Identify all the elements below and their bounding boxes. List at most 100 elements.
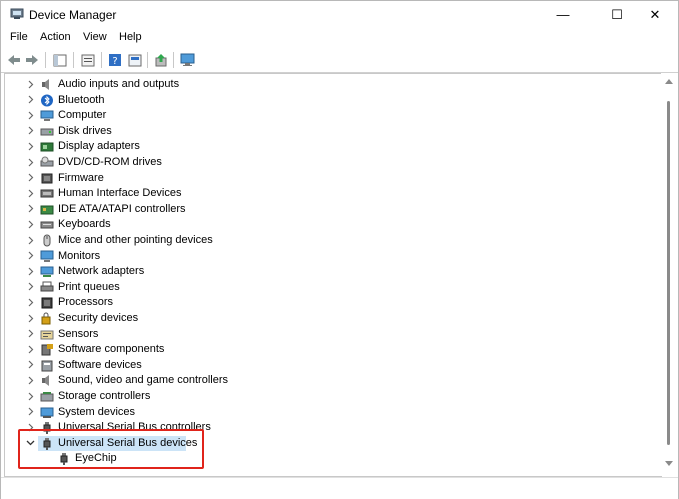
scroll-down-icon[interactable]: [665, 461, 673, 466]
tree-category[interactable]: Audio inputs and outputs: [5, 77, 655, 92]
vertical-scrollbar[interactable]: [661, 73, 677, 476]
display-adapter-icon: [40, 140, 54, 153]
chevron-right-icon[interactable]: [25, 141, 35, 151]
toolbar-separator: [147, 52, 148, 68]
tree-category[interactable]: Sensors: [5, 327, 655, 342]
tree-category[interactable]: Software components: [5, 342, 655, 357]
system-device-icon: [40, 406, 54, 419]
view-icon: [128, 54, 142, 66]
toolbar-separator: [45, 52, 46, 68]
chevron-right-icon[interactable]: [25, 282, 35, 292]
chevron-right-icon[interactable]: [25, 313, 35, 323]
tree-item-label: Keyboards: [58, 218, 111, 231]
chevron-right-icon[interactable]: [25, 297, 35, 307]
chevron-right-icon[interactable]: [25, 219, 35, 229]
tree-category[interactable]: Firmware: [5, 171, 655, 186]
chevron-right-icon[interactable]: [25, 266, 35, 276]
chevron-right-icon[interactable]: [25, 157, 35, 167]
close-button[interactable]: ✕: [632, 1, 678, 28]
chevron-right-icon[interactable]: [25, 407, 35, 417]
tree-category[interactable]: Software devices: [5, 358, 655, 373]
tree-category[interactable]: IDE ATA/ATAPI controllers: [5, 202, 655, 217]
tree-category[interactable]: Bluetooth: [5, 93, 655, 108]
tree-item-label: System devices: [58, 405, 136, 418]
back-button[interactable]: [6, 52, 22, 68]
bluetooth-icon: [40, 94, 54, 107]
tree-item-label: Sensors: [58, 327, 99, 340]
ide-controller-icon: [40, 203, 54, 216]
tree-item-label: Software components: [58, 343, 165, 356]
minimize-button[interactable]: —: [540, 1, 586, 28]
scan-hardware-button[interactable]: [179, 52, 195, 68]
scrollbar-thumb[interactable]: [667, 101, 670, 445]
help-icon: ?: [109, 54, 121, 67]
help-button[interactable]: ?: [107, 52, 123, 68]
menu-file[interactable]: File: [10, 31, 28, 43]
device-tree: Audio inputs and outputs Bluetooth Compute…: [4, 73, 662, 477]
window-title: Device Manager: [29, 8, 117, 22]
close-icon: ✕: [649, 6, 661, 22]
tree-category[interactable]: Security devices: [5, 311, 655, 326]
tree-category[interactable]: Mice and other pointing devices: [5, 233, 655, 248]
tree-category[interactable]: Print queues: [5, 280, 655, 295]
tree-item-label: Storage controllers: [58, 390, 151, 402]
chevron-right-icon[interactable]: [25, 375, 35, 385]
tree-item-label: Audio inputs and outputs: [58, 78, 180, 90]
tree-category[interactable]: Sound, video and game controllers: [5, 373, 655, 388]
computer-icon: [40, 109, 54, 122]
chevron-right-icon[interactable]: [25, 126, 35, 136]
tree-category[interactable]: Human Interface Devices: [5, 186, 655, 201]
tree-item-label: Security devices: [58, 312, 139, 324]
menu-action[interactable]: Action: [40, 31, 71, 43]
chevron-right-icon[interactable]: [25, 235, 35, 245]
mouse-icon: [40, 234, 54, 247]
software-device-icon: [40, 359, 54, 372]
chevron-right-icon[interactable]: [25, 391, 35, 401]
tree-item-label: Sound, video and game controllers: [58, 374, 228, 387]
title-bar: Device Manager — ☐ ✕: [1, 1, 678, 28]
sound-icon: [40, 374, 54, 387]
tree-category[interactable]: Processors: [5, 295, 655, 310]
tree-category[interactable]: System devices: [5, 405, 655, 420]
network-adapter-icon: [40, 265, 54, 278]
tree-category[interactable]: Monitors: [5, 249, 655, 264]
tree-item-label: Software devices: [58, 358, 142, 371]
chevron-right-icon[interactable]: [25, 360, 35, 370]
sensor-icon: [40, 328, 54, 341]
tree-category[interactable]: Keyboards: [5, 217, 655, 232]
chevron-right-icon[interactable]: [25, 173, 35, 183]
tree-category[interactable]: Display adapters: [5, 139, 655, 154]
show-hide-console-tree-button[interactable]: [52, 52, 68, 68]
tree-category[interactable]: Network adapters: [5, 264, 655, 279]
menu-view[interactable]: View: [83, 31, 107, 43]
forward-arrow-icon: [26, 55, 38, 65]
chevron-right-icon[interactable]: [25, 344, 35, 354]
device-manager-icon: [10, 8, 24, 19]
hid-icon: [40, 187, 54, 200]
tree-item-label: DVD/CD-ROM drives: [58, 156, 162, 168]
menu-help[interactable]: Help: [119, 31, 142, 43]
security-icon: [40, 312, 54, 325]
tree-item-label: Network adapters: [58, 265, 145, 278]
tree-category[interactable]: Storage controllers: [5, 389, 655, 404]
update-driver-button[interactable]: [153, 52, 169, 68]
show-hide-console-tree-icon: [53, 54, 67, 66]
chevron-right-icon[interactable]: [25, 204, 35, 214]
tree-category[interactable]: DVD/CD-ROM drives: [5, 155, 655, 170]
software-component-icon: [40, 343, 54, 356]
tree-category[interactable]: Computer: [5, 108, 655, 123]
tree-category[interactable]: Disk drives: [5, 124, 655, 139]
chevron-right-icon[interactable]: [25, 251, 35, 261]
scroll-up-icon[interactable]: [665, 79, 673, 84]
properties-button[interactable]: [80, 52, 96, 68]
chevron-right-icon[interactable]: [25, 188, 35, 198]
chevron-right-icon[interactable]: [25, 110, 35, 120]
view-button[interactable]: [127, 52, 143, 68]
highlight-annotation-box: [18, 429, 204, 469]
forward-button[interactable]: [24, 52, 40, 68]
chevron-right-icon[interactable]: [25, 329, 35, 339]
chevron-right-icon[interactable]: [25, 95, 35, 105]
chevron-right-icon[interactable]: [25, 79, 35, 89]
speaker-icon: [40, 78, 54, 91]
tree-item-label: Mice and other pointing devices: [58, 234, 213, 246]
